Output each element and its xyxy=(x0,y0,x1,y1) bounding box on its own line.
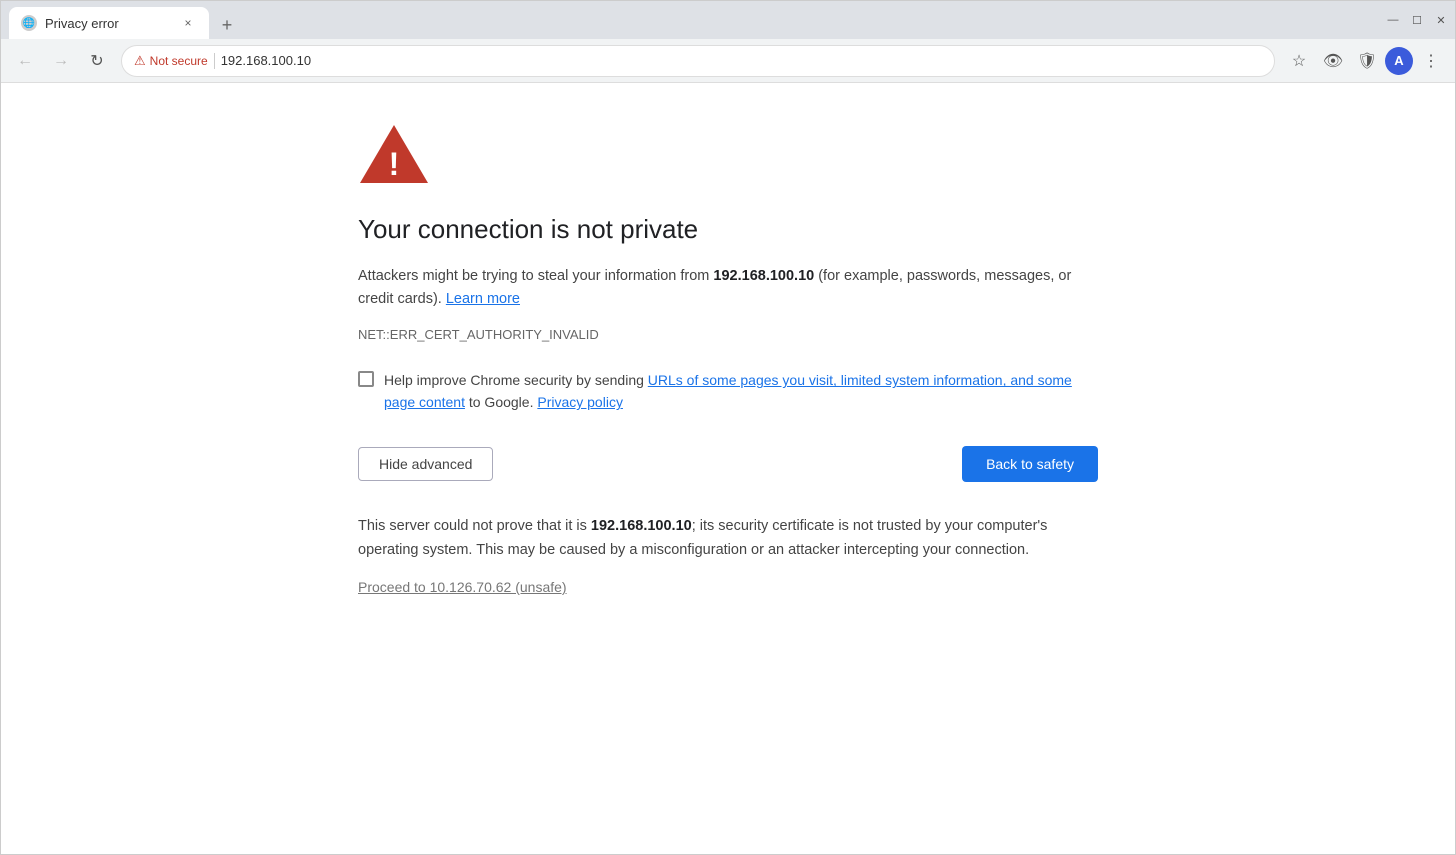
checkbox-prefix: Help improve Chrome security by sending xyxy=(384,372,648,388)
browser-window: 🌐 Privacy error × + — ☐ ✕ ← → ↻ ⚠ Not se… xyxy=(0,0,1456,855)
tab-title: Privacy error xyxy=(45,16,171,31)
description-prefix: Attackers might be trying to steal your … xyxy=(358,268,713,284)
advanced-host: 192.168.100.10 xyxy=(591,518,692,534)
extension2-button[interactable]: 🛡 xyxy=(1351,45,1383,77)
back-to-safety-button[interactable]: Back to safety xyxy=(962,446,1098,482)
not-secure-label: Not secure xyxy=(150,54,208,68)
warning-triangle-icon: ! xyxy=(358,123,430,185)
error-description: Attackers might be trying to steal your … xyxy=(358,265,1098,311)
tab-favicon: 🌐 xyxy=(21,15,37,31)
not-secure-badge: ⚠ Not secure xyxy=(134,53,208,69)
address-separator xyxy=(214,53,215,69)
profile-avatar[interactable]: A xyxy=(1385,47,1413,75)
new-tab-button[interactable]: + xyxy=(213,11,241,39)
error-code: NET::ERR_CERT_AUTHORITY_INVALID xyxy=(358,327,1098,342)
address-bar[interactable]: ⚠ Not secure 192.168.100.10 xyxy=(121,45,1275,77)
url-text: 192.168.100.10 xyxy=(221,53,1262,68)
minimize-button[interactable]: — xyxy=(1387,14,1399,26)
tab-close-button[interactable]: × xyxy=(179,14,197,32)
page-content: ! Your connection is not private Attacke… xyxy=(1,83,1455,854)
target-host: 192.168.100.10 xyxy=(713,268,814,284)
svg-text:!: ! xyxy=(389,146,400,182)
toolbar: ← → ↻ ⚠ Not secure 192.168.100.10 ☆ 👁 🛡 … xyxy=(1,39,1455,83)
error-container: ! Your connection is not private Attacke… xyxy=(358,123,1098,814)
hide-advanced-button[interactable]: Hide advanced xyxy=(358,447,493,481)
close-button[interactable]: ✕ xyxy=(1435,14,1447,26)
advanced-prefix: This server could not prove that it is xyxy=(358,518,591,534)
active-tab[interactable]: 🌐 Privacy error × xyxy=(9,7,209,39)
privacy-policy-link[interactable]: Privacy policy xyxy=(537,394,623,410)
title-bar: 🌐 Privacy error × + — ☐ ✕ xyxy=(1,1,1455,39)
checkbox-row: Help improve Chrome security by sending … xyxy=(358,370,1098,413)
proceed-link[interactable]: Proceed to 10.126.70.62 (unsafe) xyxy=(358,579,567,595)
forward-button[interactable]: → xyxy=(45,45,77,77)
menu-button[interactable]: ⋮ xyxy=(1415,45,1447,77)
checkbox-label: Help improve Chrome security by sending … xyxy=(384,370,1098,413)
reload-button[interactable]: ↻ xyxy=(81,45,113,77)
window-controls: — ☐ ✕ xyxy=(1387,14,1447,26)
tab-strip: 🌐 Privacy error × + xyxy=(9,1,1387,39)
error-title: Your connection is not private xyxy=(358,214,1098,245)
advanced-text: This server could not prove that it is 1… xyxy=(358,514,1098,563)
warning-icon: ⚠ xyxy=(134,53,146,69)
toolbar-right: ☆ 👁 🛡 A ⋮ xyxy=(1283,45,1447,77)
checkbox-suffix: to Google. xyxy=(465,394,537,410)
bookmark-button[interactable]: ☆ xyxy=(1283,45,1315,77)
improve-chrome-checkbox[interactable] xyxy=(358,371,374,387)
maximize-button[interactable]: ☐ xyxy=(1411,14,1423,26)
back-button[interactable]: ← xyxy=(9,45,41,77)
button-row: Hide advanced Back to safety xyxy=(358,446,1098,482)
extension1-button[interactable]: 👁 xyxy=(1317,45,1349,77)
learn-more-link[interactable]: Learn more xyxy=(446,291,520,307)
